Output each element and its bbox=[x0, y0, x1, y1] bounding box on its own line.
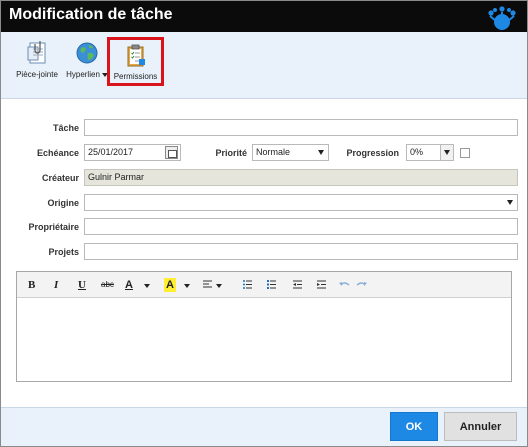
hyperlink-label-text: Hyperlien bbox=[66, 70, 100, 79]
creator-field: Gulnir Parmar bbox=[84, 169, 518, 186]
progress-value: 0% bbox=[410, 147, 424, 157]
highlight-button[interactable]: A bbox=[164, 278, 176, 292]
permissions-button[interactable]: Permissions bbox=[107, 37, 164, 86]
origin-label: Origine bbox=[47, 198, 79, 208]
due-date-label: Echéance bbox=[36, 148, 79, 158]
clipboard-checklist-icon bbox=[127, 44, 145, 67]
underline-button[interactable]: U bbox=[78, 278, 86, 292]
italic-button[interactable]: I bbox=[54, 278, 58, 292]
dialog-footer: OK Annuler bbox=[1, 407, 527, 446]
chevron-down-icon bbox=[507, 200, 513, 205]
redo-icon[interactable] bbox=[356, 280, 367, 289]
font-color-button[interactable]: A bbox=[125, 278, 133, 292]
chevron-down-icon[interactable] bbox=[216, 284, 222, 288]
align-left-icon[interactable] bbox=[203, 280, 212, 289]
projects-input[interactable] bbox=[84, 243, 518, 260]
task-label: Tâche bbox=[52, 123, 79, 133]
logo-icon bbox=[488, 6, 516, 30]
task-input[interactable] bbox=[84, 119, 518, 136]
outdent-icon[interactable] bbox=[293, 280, 302, 289]
editor-content-area[interactable] bbox=[17, 298, 511, 381]
editor-toolbar: B I U abc A A bbox=[17, 272, 511, 298]
due-date-field[interactable]: 25/01/2017 bbox=[84, 144, 181, 161]
numbered-list-icon[interactable] bbox=[267, 280, 276, 289]
hyperlink-button[interactable]: Hyperlien bbox=[64, 40, 110, 79]
task-edit-dialog: Modification de tâche Pièce-jointe Hyper… bbox=[0, 0, 528, 447]
ok-button[interactable]: OK bbox=[390, 412, 438, 441]
chevron-down-icon[interactable] bbox=[184, 284, 190, 288]
permissions-label: Permissions bbox=[113, 72, 158, 81]
projects-label: Projets bbox=[48, 247, 79, 257]
progress-label: Progression bbox=[346, 148, 399, 158]
due-date-value: 25/01/2017 bbox=[88, 147, 134, 157]
priority-value: Normale bbox=[256, 147, 291, 157]
cancel-button[interactable]: Annuler bbox=[444, 412, 517, 441]
priority-label: Priorité bbox=[215, 148, 247, 158]
hyperlink-label: Hyperlien bbox=[64, 70, 110, 79]
owner-label: Propriétaire bbox=[28, 222, 79, 232]
attachment-label: Pièce-jointe bbox=[16, 70, 58, 79]
owner-input[interactable] bbox=[84, 218, 518, 235]
undo-icon[interactable] bbox=[339, 280, 350, 289]
globe-icon bbox=[76, 42, 98, 64]
dialog-title: Modification de tâche bbox=[9, 6, 173, 23]
toolbar: Pièce-jointe Hyperlien Permissions bbox=[1, 32, 527, 99]
attachment-icon bbox=[27, 41, 46, 64]
bold-button[interactable]: B bbox=[28, 278, 35, 292]
progress-select[interactable]: 0% bbox=[406, 144, 454, 161]
indent-icon[interactable] bbox=[317, 280, 326, 289]
chevron-down-icon[interactable] bbox=[144, 284, 150, 288]
attachment-button[interactable]: Pièce-jointe bbox=[15, 40, 59, 79]
progress-checkbox[interactable] bbox=[460, 148, 470, 158]
priority-select[interactable]: Normale bbox=[252, 144, 329, 161]
chevron-down-icon[interactable] bbox=[440, 145, 453, 160]
description-editor: B I U abc A A bbox=[16, 271, 512, 382]
creator-label: Créateur bbox=[41, 173, 79, 183]
strikethrough-button[interactable]: abc bbox=[101, 278, 114, 292]
origin-select[interactable] bbox=[84, 194, 518, 211]
bullet-list-icon[interactable] bbox=[243, 280, 252, 289]
title-bar: Modification de tâche bbox=[1, 1, 527, 32]
